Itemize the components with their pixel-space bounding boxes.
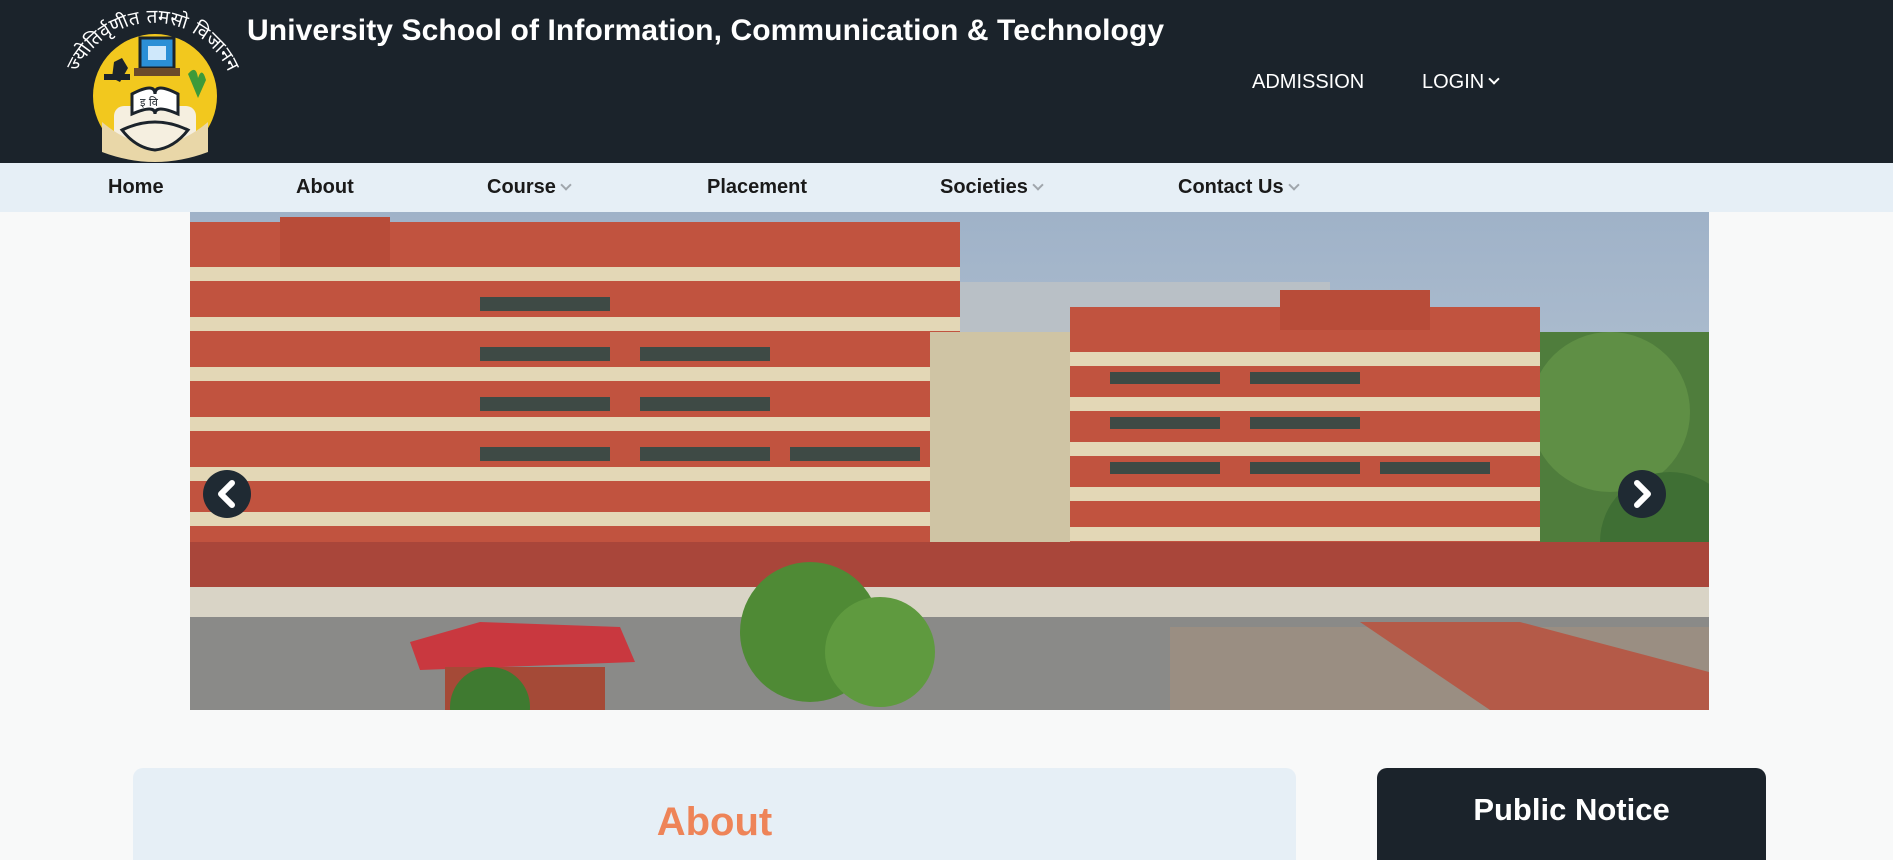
login-dropdown[interactable]: LOGIN [1422,71,1500,94]
main-nav: Home About Course Placement Societies Co… [0,163,1893,212]
public-notice-heading: Public Notice [1473,792,1670,827]
chevron-down-icon [560,179,572,191]
chevron-down-icon [1032,179,1044,191]
nav-item-contact-us-label: Contact Us [1178,176,1284,198]
chevron-left-icon [218,480,235,508]
public-notice-panel: Public Notice [1377,768,1766,860]
hero-carousel-image [190,212,1709,710]
nav-item-home[interactable]: Home [108,176,164,199]
nav-item-course[interactable]: Course [487,176,572,199]
about-section: About [133,768,1296,860]
about-heading: About [656,800,773,844]
svg-text:इ वि: इ वि [140,96,159,109]
top-header: ज्योतिर्वृणीत तमसो विजानन इ वि Universit… [0,0,1893,163]
nav-item-societies[interactable]: Societies [940,176,1044,199]
nav-item-about[interactable]: About [296,176,354,199]
chevron-down-icon [1287,179,1300,191]
nav-item-placement[interactable]: Placement [707,176,807,199]
nav-item-contact-us[interactable]: Contact Us [1178,176,1300,199]
chevron-down-icon [1488,73,1500,85]
nav-item-societies-label: Societies [940,176,1028,198]
carousel-prev-button[interactable] [203,470,251,518]
university-logo[interactable]: ज्योतिर्वृणीत तमसो विजानन इ वि [62,2,244,162]
chevron-right-icon [1634,480,1651,508]
site-title: University School of Information, Commun… [247,14,1165,47]
nav-item-course-label: Course [487,176,556,198]
admission-link[interactable]: ADMISSION [1252,71,1364,94]
login-label: LOGIN [1422,71,1485,93]
carousel-next-button[interactable] [1618,470,1666,518]
